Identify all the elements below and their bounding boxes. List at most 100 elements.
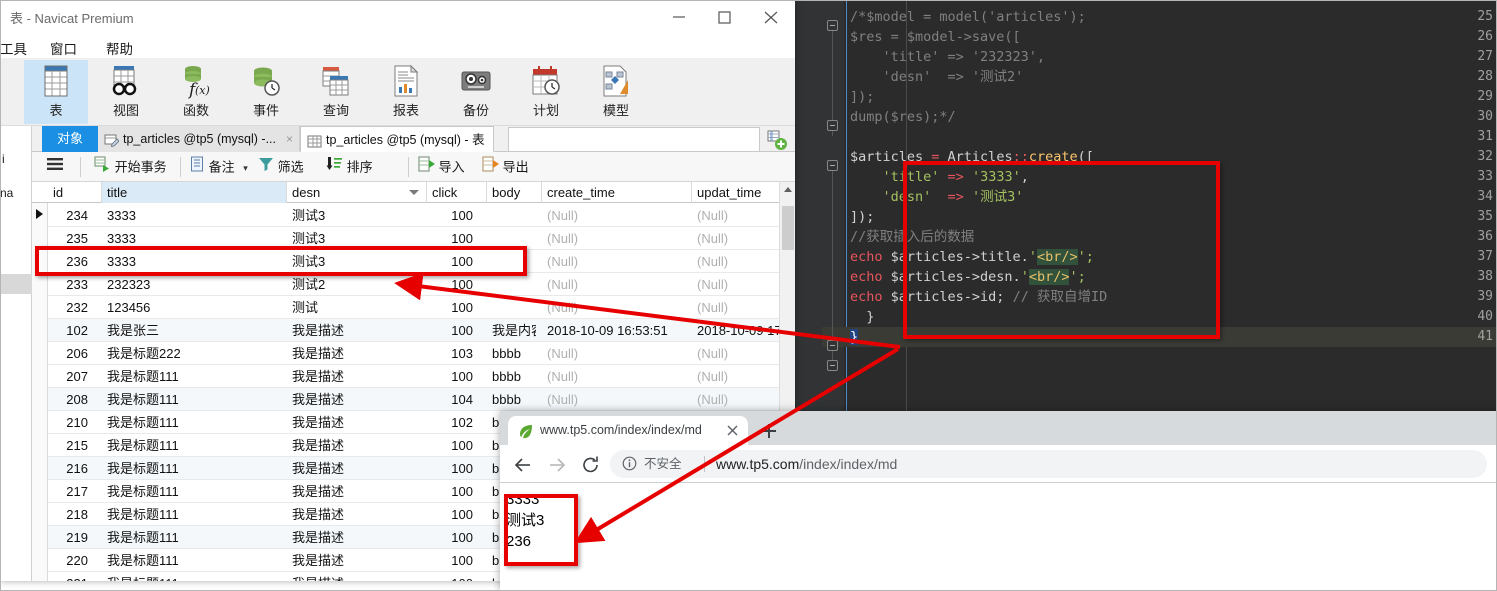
grid-cell-desn[interactable]: 我是描述 xyxy=(287,342,421,365)
grid-cell-create_time[interactable]: (Null) xyxy=(542,250,686,273)
code-line-36[interactable]: //获取插入后的数据 xyxy=(850,227,974,247)
toolbar-button-function[interactable]: f (x) 函数 xyxy=(164,60,228,124)
grid-cell-click[interactable]: 100 xyxy=(427,572,481,581)
grid-cell-click[interactable]: 100 xyxy=(427,503,481,526)
toolbar-button-report[interactable]: 报表 xyxy=(374,60,438,124)
object-browser-pane[interactable]: i na xyxy=(0,126,32,581)
grid-cell-create_time[interactable]: (Null) xyxy=(542,273,686,296)
scrollbar-thumb[interactable] xyxy=(782,206,794,250)
grid-cell-id[interactable]: 102 xyxy=(48,319,96,342)
grid-cell-click[interactable]: 100 xyxy=(427,480,481,503)
grid-cell-body[interactable] xyxy=(487,204,536,227)
grid-cell-title[interactable]: 我是标题111 xyxy=(102,388,281,411)
object-pane-fragment-2[interactable]: na xyxy=(0,186,13,200)
grid-cell-desn[interactable]: 我是描述 xyxy=(287,503,421,526)
grid-cell-click[interactable]: 100 xyxy=(427,457,481,480)
toolbar-button-event[interactable]: 事件 xyxy=(234,60,298,124)
menu-item-tools[interactable]: 工具 xyxy=(0,36,33,60)
hamburger-icon[interactable] xyxy=(44,155,66,179)
grid-cell-id[interactable]: 235 xyxy=(48,227,96,250)
grid-cell-title[interactable]: 我是标题111 xyxy=(102,480,281,503)
chevron-down-icon[interactable]: ▾ xyxy=(243,163,248,173)
tab-close-icon-designer[interactable]: × xyxy=(286,126,293,152)
grid-cell-desn[interactable]: 我是描述 xyxy=(287,319,421,342)
code-line-35[interactable]: ]); xyxy=(850,207,874,227)
grid-cell-desn[interactable]: 我是描述 xyxy=(287,526,421,549)
grid-cell-body[interactable] xyxy=(487,273,536,296)
grid-cell-desn[interactable]: 测试2 xyxy=(287,273,421,296)
import-button[interactable]: 导入 xyxy=(418,155,465,179)
object-pane-selected-row[interactable] xyxy=(0,274,32,294)
grid-cell-desn[interactable]: 我是描述 xyxy=(287,572,421,581)
grid-header-row[interactable]: id title desn click body create_time updat_tim… xyxy=(32,182,795,203)
filter-button[interactable]: 筛选 xyxy=(258,155,304,179)
fold-marker-30[interactable] xyxy=(827,120,838,131)
grid-cell-desn[interactable]: 我是描述 xyxy=(287,457,421,480)
grid-column-header-click[interactable]: click xyxy=(427,182,487,203)
reload-icon[interactable] xyxy=(580,454,602,476)
grid-cell-title[interactable]: 我是标题111 xyxy=(102,434,281,457)
grid-row-selector-column[interactable] xyxy=(32,203,48,581)
table-row[interactable]: 102 我是张三我是描述 100 我是内容， 2018-10-09 16:53:51 20… xyxy=(48,319,795,342)
grid-cell-body[interactable]: bbbb xyxy=(487,388,536,411)
grid-column-header-create_time[interactable]: create_time xyxy=(542,182,692,203)
table-row[interactable]: 234 3333 测试3 100 (Null) (Null) xyxy=(48,204,795,227)
grid-cell-desn[interactable]: 我是描述 xyxy=(287,549,421,572)
code-line-32[interactable]: $articles = Articles::create([ xyxy=(850,147,1094,167)
grid-cell-title[interactable]: 我是张三 xyxy=(102,319,281,342)
sort-indicator-icon[interactable] xyxy=(409,190,419,195)
table-row[interactable]: 206 我是标题222 我是描述 103 bbbb (Null) (Null) xyxy=(48,342,795,365)
menu-bar[interactable]: 工具 窗口 帮助 xyxy=(0,32,795,58)
grid-cell-desn[interactable]: 测试3 xyxy=(287,204,421,227)
grid-cell-create_time[interactable]: (Null) xyxy=(542,227,686,250)
grid-cell-id[interactable]: 218 xyxy=(48,503,96,526)
grid-toolbar[interactable]: 开始事务 备注 ▾ 筛选 排序 导入 导出 xyxy=(32,152,795,182)
grid-cell-click[interactable]: 100 xyxy=(427,273,481,296)
omnibox[interactable]: 不安全 www.tp5.com/index/index/md xyxy=(610,450,1487,478)
browser-navigation-bar[interactable]: 不安全 www.tp5.com/index/index/md xyxy=(500,445,1497,483)
object-tab-bar[interactable]: 对象 tp_articles @tp5 (mysql) -... × tp_ar… xyxy=(0,126,795,152)
code-line-30[interactable]: dump($res);*/ xyxy=(850,107,956,127)
grid-cell-desn[interactable]: 我是描述 xyxy=(287,411,421,434)
grid-cell-id[interactable]: 207 xyxy=(48,365,96,388)
sort-button[interactable]: 排序 xyxy=(326,155,373,179)
grid-cell-desn[interactable]: 我是描述 xyxy=(287,434,421,457)
grid-cell-title[interactable]: 123456 xyxy=(102,296,281,319)
table-row[interactable]: 235 3333 测试3 100 (Null) (Null) xyxy=(48,227,795,250)
info-circle-icon[interactable] xyxy=(622,456,637,471)
minimize-button[interactable] xyxy=(657,0,703,31)
grid-cell-click[interactable]: 100 xyxy=(427,250,481,273)
grid-cell-updat_time[interactable]: (Null) xyxy=(692,365,789,388)
grid-cell-click[interactable]: 100 xyxy=(427,319,481,342)
code-line-38[interactable]: echo $articles->desn.'<br/>'; xyxy=(850,267,1086,287)
grid-cell-click[interactable]: 104 xyxy=(427,388,481,411)
code-line-33[interactable]: 'title' => '3333', xyxy=(850,167,1029,187)
grid-cell-updat_time[interactable]: (Null) xyxy=(692,273,789,296)
grid-cell-body[interactable] xyxy=(487,250,536,273)
grid-cell-id[interactable]: 210 xyxy=(48,411,96,434)
toolbar-button-model[interactable]: 模型 xyxy=(584,60,648,124)
fold-marker-32[interactable] xyxy=(827,160,838,171)
table-row[interactable]: 208 我是标题111 我是描述 104 bbbb (Null) (Null) xyxy=(48,388,795,411)
code-line-27[interactable]: 'title' => '232323', xyxy=(850,47,1046,67)
grid-cell-updat_time[interactable]: (Null) xyxy=(692,342,789,365)
grid-cell-title[interactable]: 3333 xyxy=(102,204,281,227)
main-toolbar[interactable]: 表 视图 f (x) 函数 事件 查询 报表 备份 计划 模型 xyxy=(0,58,795,126)
fold-marker-40[interactable] xyxy=(827,340,838,351)
grid-cell-title[interactable]: 我是标题111 xyxy=(102,572,281,581)
grid-cell-title[interactable]: 我是标题111 xyxy=(102,549,281,572)
table-row[interactable]: 207 我是标题111 我是描述 100 bbbb (Null) (Null) xyxy=(48,365,795,388)
grid-cell-title[interactable]: 我是标题111 xyxy=(102,411,281,434)
grid-cell-title[interactable]: 我是标题111 xyxy=(102,526,281,549)
grid-cell-title[interactable]: 3333 xyxy=(102,250,281,273)
code-line-26[interactable]: $res = $model->save([ xyxy=(850,27,1021,47)
grid-cell-click[interactable]: 100 xyxy=(427,204,481,227)
grid-cell-body[interactable]: 我是内容， xyxy=(487,319,536,342)
new-connection-icon[interactable] xyxy=(766,129,788,151)
tab-tp-articles-designer[interactable]: tp_articles @tp5 (mysql) -... × xyxy=(98,126,300,152)
code-line-28[interactable]: 'desn' => '测试2' xyxy=(850,67,1024,87)
grid-cell-id[interactable]: 234 xyxy=(48,204,96,227)
grid-cell-desn[interactable]: 测试3 xyxy=(287,250,421,273)
grid-cell-id[interactable]: 217 xyxy=(48,480,96,503)
maximize-button[interactable] xyxy=(703,0,749,31)
